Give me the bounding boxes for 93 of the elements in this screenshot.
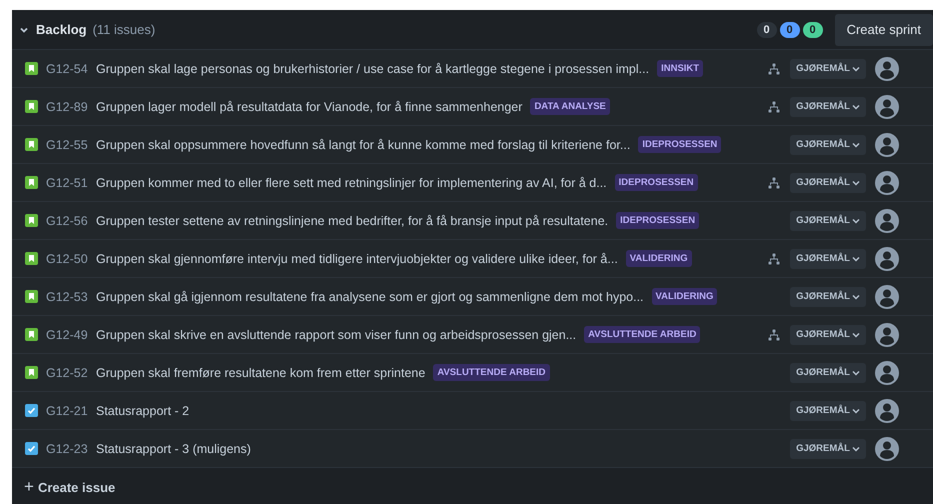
issue-key[interactable]: G12-54 <box>46 62 88 76</box>
chevron-down-icon <box>852 330 860 339</box>
avatar-icon[interactable] <box>875 398 899 423</box>
issue-summary: Gruppen skal skrive en avsluttende rapport som viser funn og arbeidsprosessen gjen... <box>96 328 576 342</box>
status-dropdown[interactable]: GJØREMÅL <box>790 248 866 269</box>
issue-row[interactable]: G12-53 Gruppen skal gå igjennom resultatene fra analysene som er gjort og sammenligne dem mot hypo... VALIDERING GJØREMÅL <box>12 278 933 316</box>
issue-summary: Gruppen skal gjennomføre intervju med tidligere intervjuobjekter og validere ulike ideer, for å... <box>96 252 618 266</box>
avatar-icon[interactable] <box>875 436 899 461</box>
issue-summary: Gruppen skal gå igjennom resultatene fra analysene som er gjort og sammenligne dem mot hypo... <box>96 290 644 304</box>
bookmark-icon <box>25 100 38 114</box>
issue-key[interactable]: G12-21 <box>46 404 88 418</box>
bookmark-icon <box>25 290 38 304</box>
issue-key[interactable]: G12-55 <box>46 138 88 152</box>
epic-tag: IDEPROSESSEN <box>638 136 722 154</box>
count-badge: 0 <box>802 22 823 38</box>
issue-row[interactable]: G12-51 Gruppen kommer med to eller flere sett med retningslinjer for implementering av AI, for å d... IDEPROSESSEN GJØREMÅL <box>12 164 933 202</box>
issue-summary: Gruppen tester settene av retningslinjene med bedrifter, for å få bransje input på resultatene. <box>96 214 608 228</box>
status-dropdown[interactable]: GJØREMÅL <box>790 362 866 383</box>
issue-summary: Statusrapport - 2 <box>96 404 190 418</box>
avatar-icon[interactable] <box>875 360 899 385</box>
issue-row[interactable]: G12-21 Statusrapport - 2 GJØREMÅL <box>12 392 933 430</box>
epic-tag: VALIDERING <box>652 288 718 306</box>
chevron-down-icon <box>852 178 860 187</box>
issue-row[interactable]: G12-54 Gruppen skal lage personas og brukerhistorier / use case for å kartlegge stegene i prosessen impl... INNSIKT GJØREMÅL <box>12 50 933 88</box>
avatar-icon[interactable] <box>875 170 899 195</box>
avatar-icon[interactable] <box>875 284 899 309</box>
checkbox-icon <box>25 404 38 418</box>
bookmark-icon <box>25 214 38 228</box>
issue-key[interactable]: G12-50 <box>46 252 88 266</box>
bookmark-icon <box>25 328 38 342</box>
create-issue-button[interactable]: + Create issue <box>12 470 116 504</box>
count-badge: 0 <box>780 22 800 38</box>
status-dropdown[interactable]: GJØREMÅL <box>790 58 866 79</box>
issue-key[interactable]: G12-89 <box>46 100 88 114</box>
issue-summary: Gruppen skal lage personas og brukerhistorier / use case for å kartlegge stegene i prosessen impl... <box>96 62 650 76</box>
avatar-icon[interactable] <box>875 246 899 271</box>
status-dropdown[interactable]: GJØREMÅL <box>790 438 866 459</box>
avatar-icon[interactable] <box>875 132 899 157</box>
avatar-icon[interactable] <box>875 94 899 119</box>
chevron-down-icon <box>852 254 860 263</box>
issue-summary: Gruppen skal oppsummere hovedfunn så langt for å kunne komme med forslag til kriteriene for... <box>96 138 630 152</box>
issue-key[interactable]: G12-23 <box>46 442 88 456</box>
backlog-title: Backlog <box>36 22 87 38</box>
bookmark-icon <box>25 176 38 190</box>
issue-row[interactable]: G12-49 Gruppen skal skrive en avsluttende rapport som viser funn og arbeidsprosessen gjen... AVSLUTTENDE ARBEID GJØREMÅL <box>12 316 933 354</box>
issue-row[interactable]: G12-23 Statusrapport - 3 (muligens) GJØREMÅL <box>12 430 933 468</box>
issue-summary: Statusrapport - 3 (muligens) <box>96 442 251 456</box>
status-dropdown[interactable]: GJØREMÅL <box>790 210 866 231</box>
chevron-down-icon <box>852 406 860 415</box>
avatar-icon[interactable] <box>875 208 899 233</box>
issue-row[interactable]: G12-50 Gruppen skal gjennomføre intervju med tidligere intervjuobjekter og validere ulike ideer, for å... VALIDERING GJØREMÅL <box>12 240 933 278</box>
issue-summary: Gruppen skal fremføre resultatene kom frem etter sprintene <box>96 366 426 380</box>
status-dropdown[interactable]: GJØREMÅL <box>790 400 866 421</box>
count-badge: 0 <box>756 22 777 38</box>
bookmark-icon <box>25 366 38 380</box>
bookmark-icon <box>25 62 38 76</box>
issue-row[interactable]: G12-52 Gruppen skal fremføre resultatene kom frem etter sprintene AVSLUTTENDE ARBEID GJØREMÅL <box>12 354 933 392</box>
issue-summary: Gruppen lager modell på resultatdata for Vianode, for å finne sammenhenger <box>96 100 522 114</box>
issue-row[interactable]: G12-89 Gruppen lager modell på resultatdata for Vianode, for å finne sammenhenger DATA ANALYSE GJØREMÅL <box>12 88 933 126</box>
epic-tag: DATA ANALYSE <box>530 98 610 116</box>
checkbox-icon <box>25 442 38 456</box>
chevron-down-icon <box>852 368 860 377</box>
epic-tag: AVSLUTTENDE ARBEID <box>433 364 550 382</box>
bookmark-icon <box>25 252 38 266</box>
issue-key[interactable]: G12-52 <box>46 366 88 380</box>
epic-tag: IDEPROSESSEN <box>616 212 700 230</box>
status-dropdown[interactable]: GJØREMÅL <box>790 134 866 155</box>
create-sprint-button[interactable]: Create sprint <box>834 14 933 46</box>
chevron-down-icon <box>852 292 860 301</box>
chevron-down-icon <box>852 444 860 453</box>
issue-row[interactable]: G12-56 Gruppen tester settene av retningslinjene med bedrifter, for å få bransje input på resultatene. IDEPROSESSEN GJØREMÅL <box>12 202 933 240</box>
issue-key[interactable]: G12-53 <box>46 290 88 304</box>
status-dropdown[interactable]: GJØREMÅL <box>790 286 866 307</box>
status-dropdown[interactable]: GJØREMÅL <box>790 172 866 193</box>
issue-row[interactable]: G12-55 Gruppen skal oppsummere hovedfunn så langt for å kunne komme med forslag til kriteriene for... IDEPROSESSEN GJØREMÅL <box>12 126 933 164</box>
bookmark-icon <box>25 138 38 152</box>
chevron-down-icon <box>852 216 860 225</box>
epic-tag: IDEPROSESSEN <box>614 174 698 192</box>
issue-summary: Gruppen kommer med to eller flere sett med retningslinjer for implementering av AI, for å d... <box>96 176 607 190</box>
status-dropdown[interactable]: GJØREMÅL <box>790 96 866 117</box>
issue-key[interactable]: G12-56 <box>46 214 88 228</box>
avatar-icon[interactable] <box>875 322 899 347</box>
issue-count: (11 issues) <box>92 22 156 38</box>
epic-tag: INNSIKT <box>657 60 704 78</box>
chevron-down-icon <box>852 64 860 73</box>
avatar-icon[interactable] <box>875 56 899 81</box>
status-dropdown[interactable]: GJØREMÅL <box>790 324 866 345</box>
chevron-down-icon <box>852 102 860 111</box>
epic-tag: VALIDERING <box>626 250 692 268</box>
epic-tag: AVSLUTTENDE ARBEID <box>584 326 700 344</box>
issue-key[interactable]: G12-51 <box>46 176 88 190</box>
issue-key[interactable]: G12-49 <box>46 328 88 342</box>
chevron-down-icon <box>852 140 860 149</box>
